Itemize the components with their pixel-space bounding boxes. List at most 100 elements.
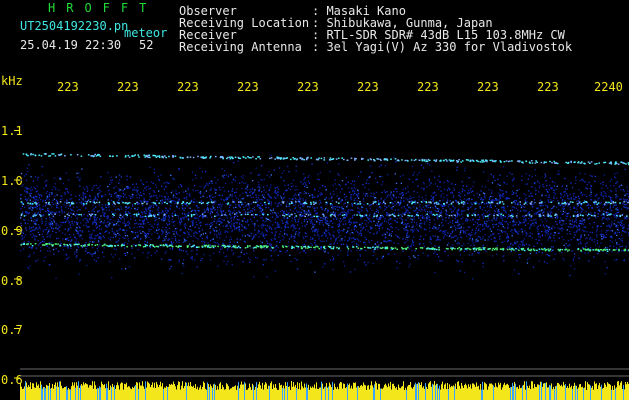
noise-pixel xyxy=(76,206,78,208)
noise-pixel xyxy=(459,195,461,198)
noise-pixel xyxy=(478,228,480,230)
antenna-value: : 3el Yagi(V) Az 330 for Vladivostok xyxy=(312,40,573,54)
noise-pixel xyxy=(623,203,625,206)
noise-pixel xyxy=(395,182,398,184)
noise-pixel xyxy=(619,185,621,187)
noise-pixel xyxy=(571,221,574,223)
noise-pixel xyxy=(368,205,370,207)
noise-pixel xyxy=(320,202,322,204)
noise-pixel xyxy=(305,192,307,194)
noise-pixel xyxy=(176,197,178,199)
noise-pixel xyxy=(295,165,297,167)
noise-pixel xyxy=(237,215,239,218)
noise-pixel xyxy=(414,256,416,259)
noise-pixel xyxy=(408,248,411,250)
noise-pixel xyxy=(610,178,613,181)
noise-pixel xyxy=(26,186,28,189)
noise-pixel xyxy=(270,210,272,212)
noise-pixel xyxy=(362,198,365,200)
noise-pixel xyxy=(417,258,419,260)
noise-pixel xyxy=(366,220,368,222)
noise-pixel xyxy=(28,255,30,258)
noise-pixel xyxy=(79,236,81,238)
noise-pixel xyxy=(366,193,368,195)
noise-pixel xyxy=(617,224,619,227)
noise-pixel xyxy=(607,217,609,219)
noise-pixel xyxy=(296,189,298,191)
noise-pixel xyxy=(466,192,468,194)
noise-pixel xyxy=(132,189,134,191)
noise-pixel xyxy=(148,251,150,253)
noise-pixel xyxy=(497,225,499,227)
noise-pixel xyxy=(131,247,133,249)
noise-pixel xyxy=(44,229,47,231)
noise-pixel xyxy=(381,183,383,186)
noise-pixel xyxy=(29,228,31,230)
noise-pixel xyxy=(517,202,519,204)
noise-pixel xyxy=(278,224,280,226)
noise-pixel xyxy=(388,229,390,231)
noise-pixel xyxy=(268,189,270,192)
noise-pixel xyxy=(535,252,537,254)
noise-pixel xyxy=(464,203,466,205)
noise-pixel xyxy=(459,231,462,233)
noise-pixel xyxy=(384,218,386,220)
noise-pixel xyxy=(468,239,470,241)
noise-pixel xyxy=(427,206,429,209)
noise-pixel xyxy=(544,176,546,179)
noise-pixel xyxy=(196,207,199,209)
noise-pixel xyxy=(273,207,275,210)
noise-pixel xyxy=(378,229,380,232)
noise-pixel xyxy=(49,217,51,219)
noise-pixel xyxy=(551,186,553,189)
noise-pixel xyxy=(252,223,254,225)
noise-pixel xyxy=(150,205,152,207)
noise-pixel xyxy=(349,224,351,226)
noise-pixel xyxy=(411,229,414,231)
noise-pixel xyxy=(446,214,449,216)
noise-pixel xyxy=(460,230,462,232)
noise-pixel xyxy=(103,247,105,249)
noise-pixel xyxy=(348,218,350,220)
noise-pixel xyxy=(418,209,420,211)
noise-pixel xyxy=(164,252,166,254)
noise-pixel xyxy=(97,250,99,252)
noise-pixel xyxy=(351,187,353,189)
noise-pixel xyxy=(303,179,305,181)
noise-pixel xyxy=(168,215,170,217)
noise-pixel xyxy=(393,156,395,159)
noise-pixel xyxy=(438,175,440,177)
noise-pixel xyxy=(466,235,468,237)
noise-pixel xyxy=(377,210,379,212)
noise-pixel xyxy=(181,185,183,187)
noise-pixel xyxy=(214,233,216,236)
noise-pixel xyxy=(618,186,621,188)
noise-pixel xyxy=(488,198,491,200)
noise-pixel xyxy=(134,207,136,210)
noise-pixel xyxy=(538,186,541,189)
noise-pixel xyxy=(223,177,225,179)
noise-pixel xyxy=(410,244,412,246)
noise-pixel xyxy=(55,248,57,250)
noise-pixel xyxy=(365,215,368,218)
noise-pixel xyxy=(424,214,427,216)
noise-pixel xyxy=(336,195,338,197)
noise-pixel xyxy=(79,259,81,261)
noise-pixel xyxy=(261,231,263,233)
noise-pixel xyxy=(307,215,309,217)
noise-pixel xyxy=(167,182,169,185)
noise-pixel xyxy=(537,233,539,235)
noise-pixel xyxy=(289,201,291,203)
noise-pixel xyxy=(94,216,96,218)
noise-pixel xyxy=(72,209,74,211)
noise-pixel xyxy=(478,203,480,205)
app-brand: HROFFT xyxy=(48,1,158,15)
noise-pixel xyxy=(94,234,96,236)
noise-pixel xyxy=(44,205,46,207)
noise-pixel xyxy=(514,203,516,205)
noise-pixel xyxy=(511,190,514,192)
noise-pixel xyxy=(247,219,249,221)
noise-pixel xyxy=(75,238,77,240)
noise-pixel xyxy=(548,235,551,237)
noise-pixel xyxy=(460,227,462,229)
